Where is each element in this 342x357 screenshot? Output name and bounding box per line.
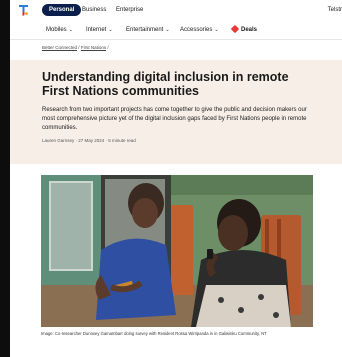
breadcrumb: Better Connected / First Nations / <box>42 45 109 50</box>
nav-item-label: Internet <box>86 27 107 33</box>
chevron-down-icon: ⌄ <box>68 27 73 33</box>
chevron-down-icon: ⌄ <box>108 27 113 33</box>
tag-icon <box>230 25 240 34</box>
photo-caption: Image: Co-researcher Dunovey Gamambarr d… <box>41 331 267 336</box>
main-nav: Mobiles ⌄ Internet ⌄ Entertainment ⌄ Access… <box>10 20 342 40</box>
nav-item-mobiles[interactable]: Mobiles ⌄ <box>46 24 73 36</box>
breadcrumb-separator: / <box>107 45 109 50</box>
article-description: Research from two important projects has… <box>42 107 307 131</box>
nav-item-accessories[interactable]: Accessories ⌄ <box>180 24 219 36</box>
nav-item-internet[interactable]: Internet ⌄ <box>86 24 113 36</box>
tab-enterprise[interactable]: Enterprise <box>116 4 143 16</box>
breadcrumb-separator: / <box>78 45 80 50</box>
nav-item-label: Mobiles <box>46 27 67 33</box>
article-photo <box>41 175 313 327</box>
telstra-logo-icon[interactable] <box>18 3 29 17</box>
breadcrumb-better-connected[interactable]: Better Connected <box>42 45 77 50</box>
page-title: Understanding digital inclusion in remot… <box>42 70 289 98</box>
nav-item-label: Accessories <box>180 27 213 33</box>
chevron-down-icon: ⌄ <box>214 27 219 33</box>
breadcrumb-first-nations[interactable]: First Nations <box>81 45 106 50</box>
nav-item-label: Deals <box>241 27 258 33</box>
tab-business[interactable]: Business <box>82 4 106 16</box>
top-bar: Personal Business Enterprise Telstr <box>10 0 342 20</box>
nav-item-label: Entertainment <box>126 27 164 33</box>
top-right-link[interactable]: Telstr <box>328 4 342 16</box>
article-hero: Understanding digital inclusion in remot… <box>10 60 342 164</box>
chevron-down-icon: ⌄ <box>165 27 170 33</box>
nav-item-deals[interactable]: Deals <box>230 24 258 36</box>
tab-personal[interactable]: Personal <box>42 4 82 16</box>
article-meta: Lauren Garnsey · 27 May 2024 · 5 minute … <box>42 138 136 143</box>
nav-item-entertainment[interactable]: Entertainment ⌄ <box>126 24 170 36</box>
photo-illustration <box>41 175 313 327</box>
window-frame-edge <box>0 0 10 357</box>
